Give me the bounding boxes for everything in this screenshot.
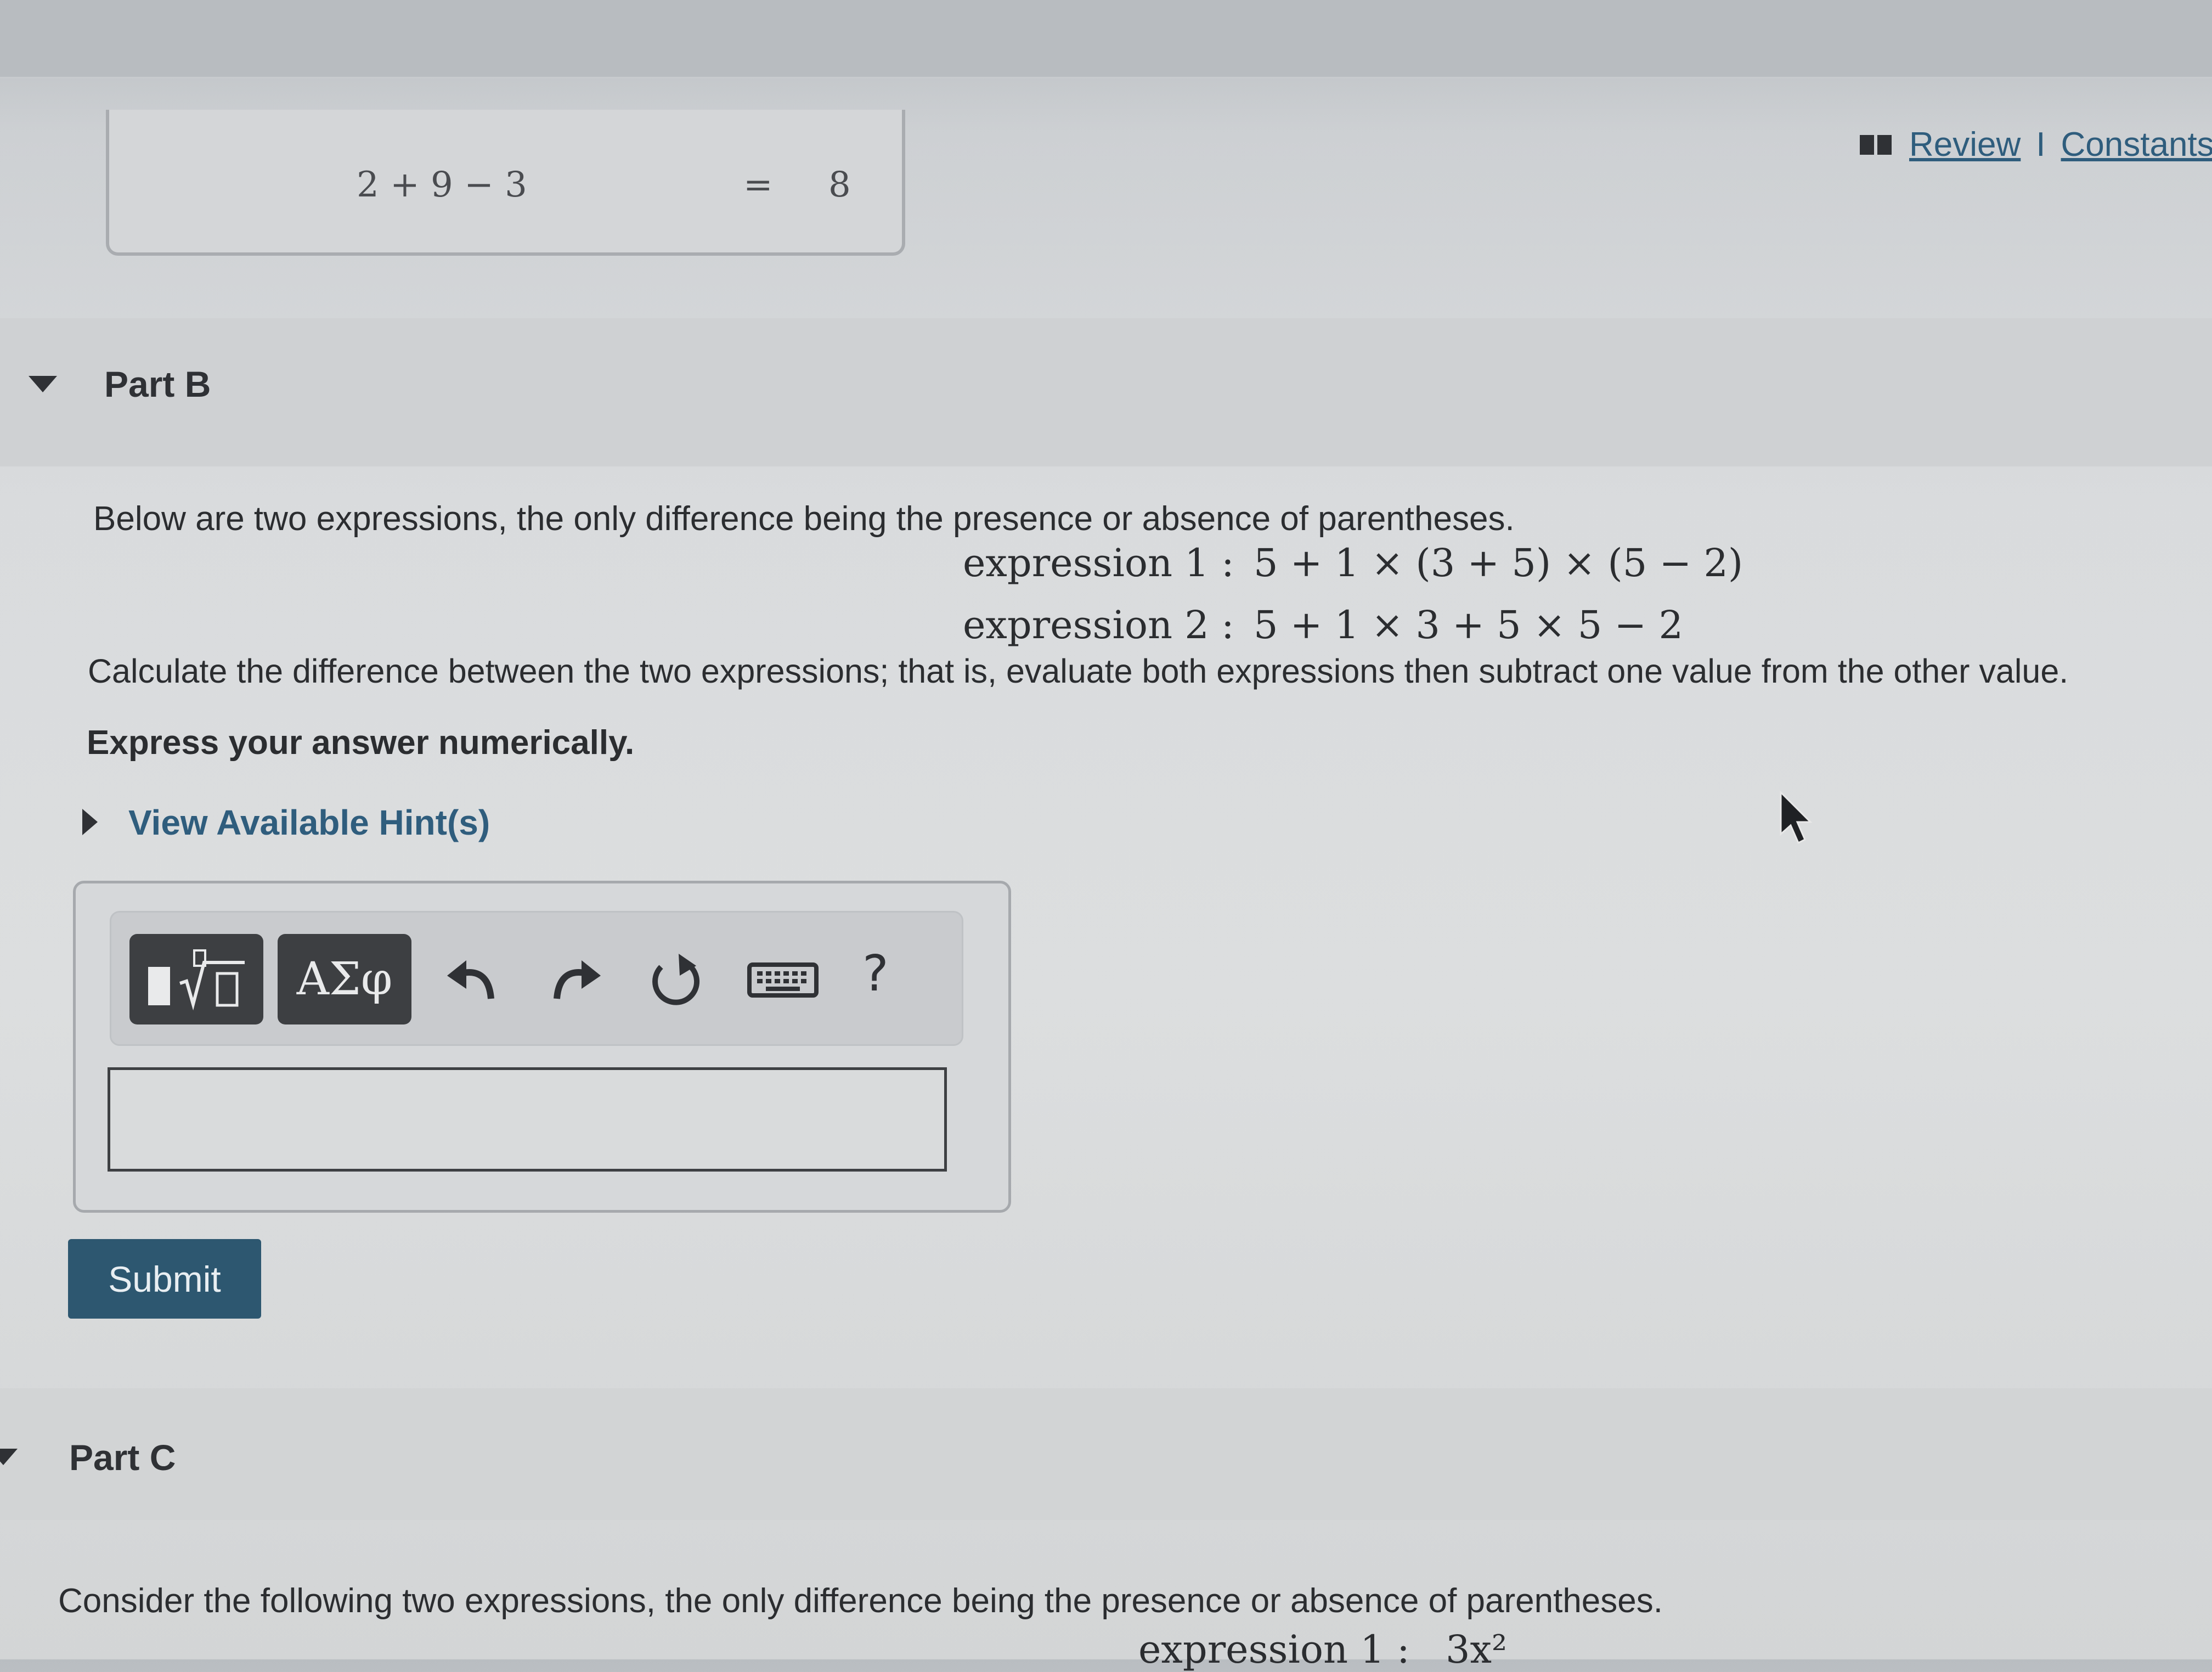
expression-1-row: expression 1 : 5 + 1 × (3 + 5) × (5 − 2) [963, 541, 1743, 586]
book-icon [1860, 134, 1892, 155]
expand-caret-icon [82, 809, 98, 836]
part-b-instruction: Calculate the difference between the two… [88, 652, 2069, 690]
previous-equals: = [743, 165, 773, 205]
expression-2-label: expression 2 : [963, 603, 1234, 648]
link-separator: I [2036, 126, 2046, 164]
view-hints-link[interactable]: View Available Hint(s) [82, 802, 490, 843]
collapse-caret-icon[interactable] [29, 376, 57, 392]
part-b-title[interactable]: Part B [104, 363, 211, 405]
previous-result: 8 [828, 165, 851, 205]
collapse-caret-icon-part-c[interactable] [0, 1449, 18, 1465]
square-root-template-icon [148, 949, 245, 1011]
constants-link[interactable]: Constants [2061, 126, 2212, 164]
previous-expression: 2 + 9 − 3 [357, 165, 527, 205]
part-c-expression-1-label: expression 1 : [1138, 1627, 1410, 1672]
top-links: Review I Constants [1860, 125, 2212, 164]
expression-1-label: expression 1 : [963, 541, 1234, 586]
help-button[interactable]: ? [862, 945, 889, 1003]
part-c-expression-1: 3x² [1446, 1627, 1508, 1672]
part-c-header[interactable] [0, 1388, 2212, 1520]
undo-icon[interactable] [436, 944, 507, 1015]
expression-2-row: expression 2 : 5 + 1 × 3 + 5 × 5 − 2 [963, 603, 1683, 648]
answer-input[interactable] [108, 1067, 947, 1172]
reset-icon[interactable] [639, 944, 710, 1015]
mouse-cursor-icon [1780, 790, 1813, 845]
part-c-title[interactable]: Part C [69, 1437, 176, 1478]
part-c-expression-1-row: expression 1 : 3x² [1138, 1627, 1507, 1672]
express-answer-note: Express your answer numerically. [87, 724, 635, 762]
expression-2: 5 + 1 × 3 + 5 × 5 − 2 [1254, 603, 1683, 648]
greek-symbols-button[interactable]: ΑΣφ [278, 934, 411, 1024]
redo-icon[interactable] [540, 944, 612, 1015]
expression-1: 5 + 1 × (3 + 5) × (5 − 2) [1254, 541, 1743, 586]
part-b-header[interactable] [0, 318, 2212, 466]
part-c-intro: Consider the following two expressions, … [58, 1582, 1663, 1620]
part-b-intro: Below are two expressions, the only diff… [93, 500, 1515, 538]
top-bar [0, 0, 2212, 78]
templates-button[interactable] [129, 934, 263, 1024]
review-link[interactable]: Review [1909, 126, 2021, 164]
hint-label[interactable]: View Available Hint(s) [128, 803, 490, 842]
keyboard-icon[interactable] [742, 944, 824, 1015]
submit-button[interactable]: Submit [68, 1239, 261, 1319]
